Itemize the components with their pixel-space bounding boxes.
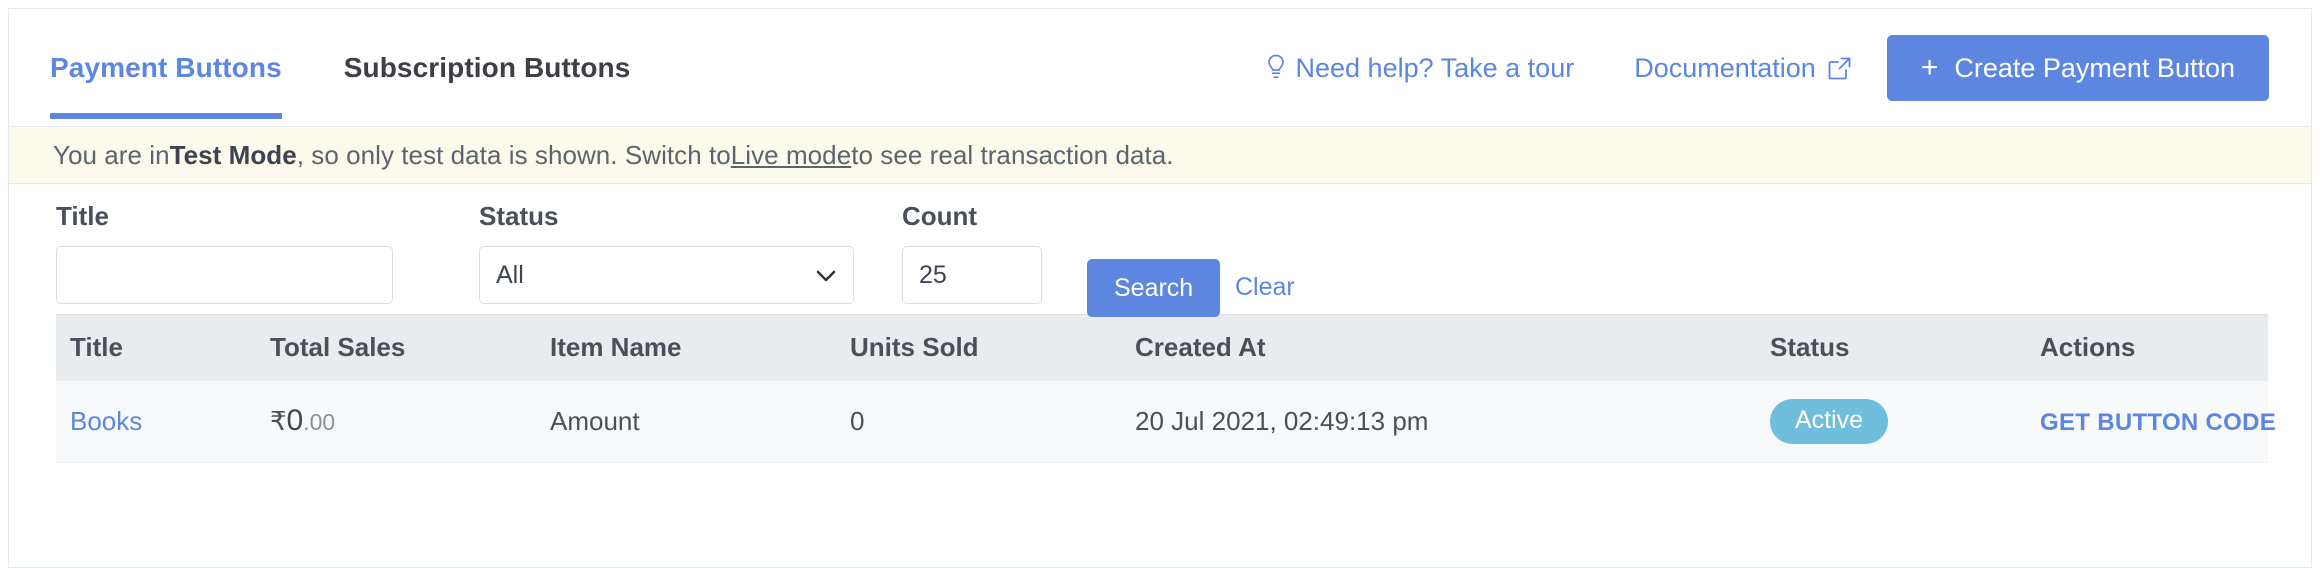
take-a-tour-label: Need help? Take a tour xyxy=(1295,52,1575,83)
top-actions: Need help? Take a tour Documentation + C… xyxy=(1265,9,2269,127)
count-input[interactable] xyxy=(902,246,1042,304)
title-label: Title xyxy=(56,201,109,231)
banner-suffix: to see real transaction data. xyxy=(851,139,1174,170)
table-row: Books ₹0.00 Amount 0 20 Jul 2021, 02:49:… xyxy=(56,380,2276,463)
tab-bar: Payment Buttons Subscription Buttons xyxy=(50,9,630,127)
status-select-value: All xyxy=(496,260,524,289)
filter-title: Title xyxy=(56,201,393,304)
tab-subscription-buttons-label: Subscription Buttons xyxy=(343,52,631,83)
table-header-row: Title Total Sales Item Name Units Sold C… xyxy=(56,314,2268,381)
cell-status: Active xyxy=(1756,380,2026,463)
row-total-sales-whole: 0 xyxy=(286,404,304,438)
row-title-link[interactable]: Books xyxy=(70,406,142,436)
column-header-actions: Actions xyxy=(2026,314,2268,381)
rupee-icon: ₹ xyxy=(270,406,287,437)
filter-count: Count xyxy=(902,201,1042,304)
live-mode-link[interactable]: Live mode xyxy=(731,140,851,171)
top-bar: Payment Buttons Subscription Buttons Nee… xyxy=(9,9,2311,127)
external-link-icon xyxy=(1828,57,1851,80)
take-a-tour-link[interactable]: Need help? Take a tour xyxy=(1265,52,1575,84)
status-select[interactable]: All xyxy=(479,246,854,304)
search-button-wrap: Search xyxy=(1087,259,1221,317)
status-label: Status xyxy=(479,201,559,231)
documentation-link[interactable]: Documentation xyxy=(1634,53,1851,84)
status-badge: Active xyxy=(1770,398,1889,444)
documentation-label: Documentation xyxy=(1634,52,1816,83)
cell-actions: GET BUTTON CODE xyxy=(2026,380,2276,463)
table-body: Books ₹0.00 Amount 0 20 Jul 2021, 02:49:… xyxy=(56,380,2276,463)
payment-buttons-table: Title Total Sales Item Name Units Sold C… xyxy=(56,314,2276,463)
cell-units-sold: 0 xyxy=(836,380,1121,463)
tab-payment-buttons-label: Payment Buttons xyxy=(50,52,282,83)
column-header-item-name: Item Name xyxy=(536,314,836,381)
column-header-title: Title xyxy=(56,314,256,381)
column-header-status: Status xyxy=(1756,314,2026,381)
title-input[interactable] xyxy=(56,246,393,304)
tab-payment-buttons[interactable]: Payment Buttons xyxy=(50,9,282,127)
create-payment-button-label: Create Payment Button xyxy=(1954,52,2235,83)
filter-bar: Title Status All Count Search xyxy=(9,184,2311,317)
payment-buttons-page: Payment Buttons Subscription Buttons Nee… xyxy=(8,8,2312,568)
table-head: Title Total Sales Item Name Units Sold C… xyxy=(56,314,2268,381)
cell-item-name: Amount xyxy=(536,380,836,463)
column-header-created-at: Created At xyxy=(1121,314,1756,381)
clear-link-wrap: Clear xyxy=(1235,273,1295,302)
column-header-total-sales: Total Sales xyxy=(256,314,536,381)
column-header-units-sold: Units Sold xyxy=(836,314,1121,381)
banner-test-mode-label: Test Mode xyxy=(169,139,297,170)
tab-subscription-buttons[interactable]: Subscription Buttons xyxy=(344,9,631,127)
cell-title: Books xyxy=(56,380,256,463)
create-payment-button[interactable]: + Create Payment Button xyxy=(1886,35,2269,101)
payment-buttons-table-wrap: Title Total Sales Item Name Units Sold C… xyxy=(56,314,2276,463)
banner-prefix: You are in xyxy=(53,139,170,170)
row-total-sales: ₹0.00 xyxy=(270,404,336,438)
banner-middle: , so only test data is shown. Switch to xyxy=(296,139,731,170)
cell-created-at: 20 Jul 2021, 02:49:13 pm xyxy=(1121,380,1756,463)
test-mode-banner: You are in Test Mode, so only test data … xyxy=(9,127,2311,184)
status-select-wrap: All xyxy=(479,246,854,304)
search-button[interactable]: Search xyxy=(1087,259,1221,317)
count-label: Count xyxy=(902,201,978,231)
plus-icon: + xyxy=(1920,51,1939,84)
lightbulb-icon xyxy=(1265,54,1287,82)
cell-total-sales: ₹0.00 xyxy=(256,380,536,463)
filter-status: Status All xyxy=(479,201,854,304)
get-button-code-link[interactable]: GET BUTTON CODE xyxy=(2040,409,2276,436)
clear-link[interactable]: Clear xyxy=(1235,273,1295,301)
row-total-sales-cents: .00 xyxy=(303,409,336,436)
